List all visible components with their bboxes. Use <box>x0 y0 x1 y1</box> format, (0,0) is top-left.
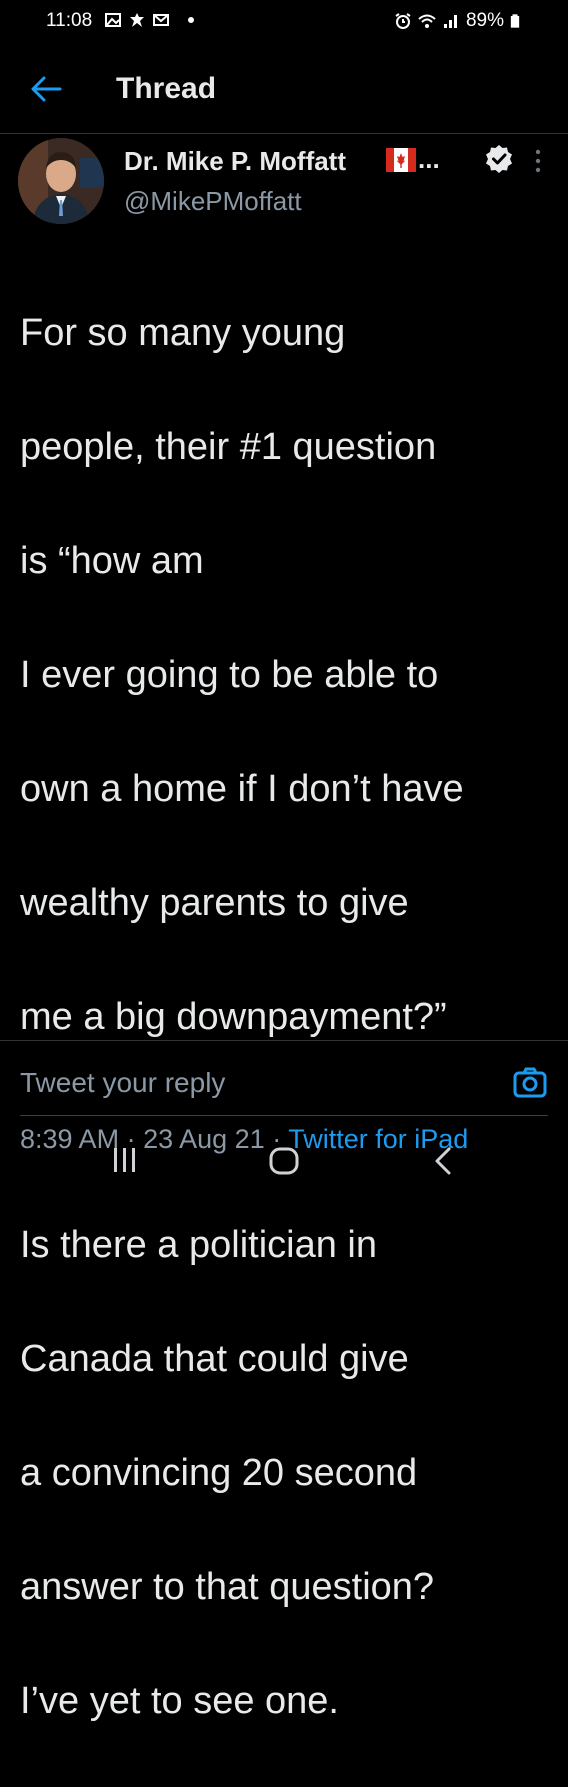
home-icon[interactable] <box>268 1146 300 1176</box>
name-truncation: ... <box>418 144 440 174</box>
tweet-text-line: own a home if I don’t have <box>20 768 464 810</box>
camera-icon[interactable] <box>512 1065 548 1101</box>
author-handle[interactable]: @MikePMoffatt <box>124 186 302 217</box>
gallery-icon <box>105 13 121 27</box>
recent-apps-icon[interactable] <box>112 1146 138 1174</box>
status-time: 11:08 <box>46 10 93 31</box>
page-title: Thread <box>116 72 217 105</box>
tweet-text-line: answer to that question? <box>20 1566 435 1608</box>
reply-underline <box>20 1115 548 1116</box>
tweet-text-line: Is there a politician in <box>20 1224 377 1266</box>
status-bar: 11:08 89% <box>0 0 568 44</box>
tweet-text: For so many young people, their #1 quest… <box>20 248 560 1787</box>
wifi-icon <box>418 14 436 28</box>
tweet-text-line: For so many young <box>20 312 346 354</box>
avatar-image <box>18 138 104 224</box>
alarm-icon <box>395 13 411 29</box>
reply-bar: Tweet your reply <box>0 1040 568 1120</box>
author-name[interactable]: Dr. Mike P. Moffatt <box>124 146 346 177</box>
avatar[interactable] <box>18 138 104 224</box>
status-left-icons <box>104 11 194 29</box>
verified-badge-icon <box>486 145 512 173</box>
battery-icon <box>510 14 520 28</box>
tweet-text-line: is “how am <box>20 540 204 582</box>
notification-dot <box>188 17 194 23</box>
back-nav-icon[interactable] <box>432 1146 454 1176</box>
tweet-text-line: I ever going to be able to <box>20 654 439 696</box>
battery-percent: 89% <box>465 10 504 31</box>
mail-icon <box>153 14 169 26</box>
more-options-icon[interactable] <box>530 148 546 176</box>
leaf-icon <box>130 13 144 27</box>
system-nav-bar <box>0 1120 568 1200</box>
tweet-text-line: I’ve yet to see one. <box>20 1680 339 1722</box>
tweet-text-line: people, their #1 question <box>20 426 437 468</box>
tweet-text-line: a convincing 20 second <box>20 1452 418 1494</box>
canada-flag-icon <box>386 148 416 172</box>
tweet-text-line: wealthy parents to give <box>20 882 409 924</box>
signal-icon <box>443 15 457 28</box>
tweet-text-line: Canada that could give <box>20 1338 409 1380</box>
app-header: Thread <box>0 44 568 134</box>
reply-input[interactable]: Tweet your reply <box>20 1067 225 1099</box>
back-arrow-icon[interactable] <box>28 74 64 104</box>
tweet-text-line: me a big downpayment?” <box>20 996 447 1038</box>
status-right-icons: 89% <box>394 10 520 32</box>
